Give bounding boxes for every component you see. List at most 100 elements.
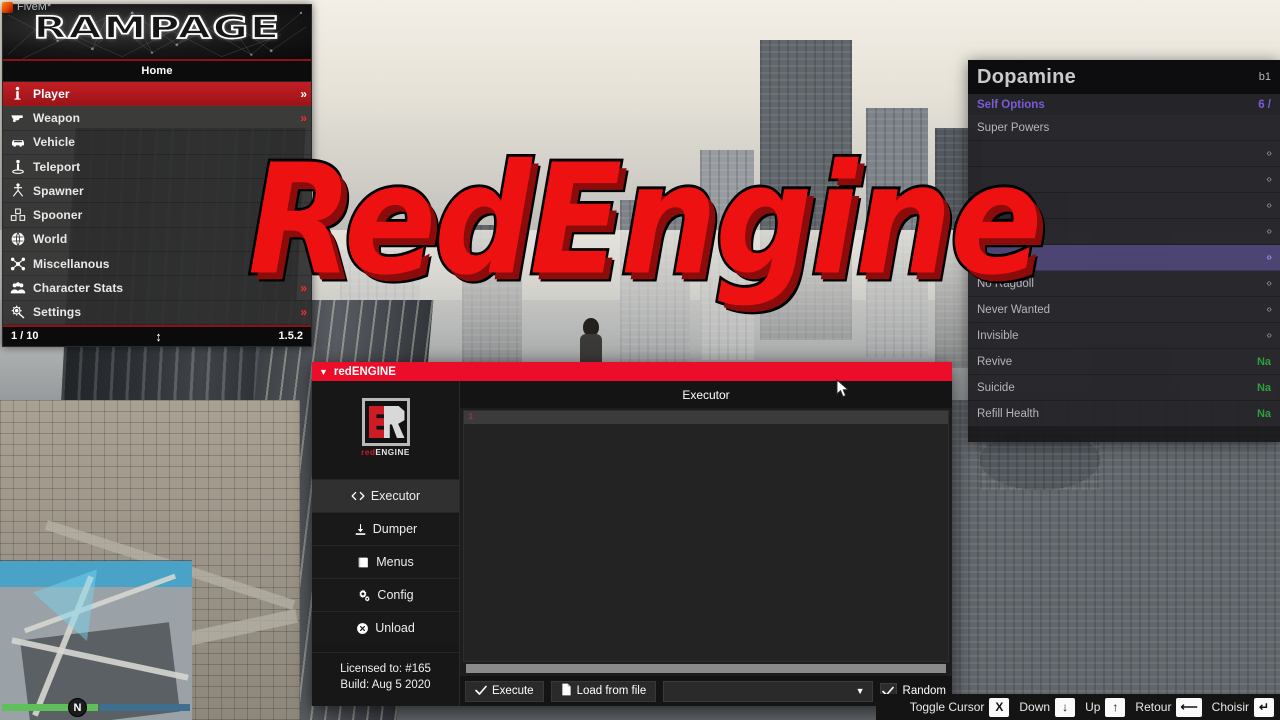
dopamine-item-label: Revive [977,355,1013,368]
script-editor[interactable]: 1 [463,410,949,662]
dopamine-item-invisible[interactable]: Invisible ‹› [968,323,1280,349]
car-icon [9,134,26,151]
dopamine-item-never-wanted[interactable]: Never Wanted ‹› [968,297,1280,323]
dopamine-item-label: Refill Health [977,407,1039,420]
dopamine-item[interactable]: ‹› [968,141,1280,167]
nav-item-menus[interactable]: Menus [312,545,459,578]
control-hint-label: Up [1085,700,1101,714]
nav-item-label: Menus [376,555,414,569]
rampage-item-label: Spooner [33,208,83,223]
nav-item-config[interactable]: Config [312,578,459,611]
rampage-item-list[interactable]: Player » Weapon » Vehicle Teleport Spawn… [3,82,311,325]
script-select-dropdown[interactable]: ▼ [663,680,873,702]
rampage-item-vehicle[interactable]: Vehicle [3,130,311,155]
control-hint-key: ↓ [1055,697,1076,717]
hud-status-bars [0,704,192,713]
dopamine-subheader-count: 6 / [1258,98,1271,111]
dopamine-header: Dopamine b1 [968,60,1280,94]
molecule-icon [9,255,26,272]
redengine-nav[interactable]: Executor Dumper Menus Config Unload [312,479,459,644]
dopamine-menu[interactable]: Dopamine b1 Self Options 6 / Super Power… [968,60,1280,442]
dopamine-item-value: ‹› [1266,226,1272,237]
control-hint-label: Toggle Cursor [909,700,985,714]
redengine-sidebar[interactable]: redENGINE Executor Dumper Menus Config U… [312,381,460,706]
execute-label: Execute [492,685,534,697]
download-icon [354,523,367,536]
people-icon [9,280,26,297]
collapse-caret-icon[interactable]: ▼ [319,367,328,377]
spawner-icon [9,182,26,199]
fivem-icon [2,1,13,13]
redengine-titlebar[interactable]: ▼ redENGINE [312,362,952,381]
dopamine-item[interactable]: ‹› [968,193,1280,219]
control-hint-up[interactable]: Up ↑ [1085,697,1126,717]
nav-item-label: Unload [375,621,415,635]
control-hint-label: Down [1019,700,1051,714]
redengine-editor-wrap: 1 [460,408,952,676]
dopamine-version: b1 [1258,71,1271,83]
dopamine-item-label: Never Wanted [977,303,1051,316]
nav-item-label: Executor [370,489,421,503]
rampage-item-world[interactable]: World [3,227,311,253]
rampage-footer: 1 / 10 ↕ 1.5.2 [3,324,311,346]
build-label: Build: Aug 5 2020 [340,679,431,692]
control-hint-key: X [989,697,1010,717]
globe-icon [9,231,26,248]
rampage-item-settings[interactable]: Settings » [3,300,311,325]
rampage-item-label: Spawner [33,183,84,198]
file-icon [561,683,572,699]
control-hint-retour[interactable]: Retour ⟵ [1135,697,1202,717]
load-from-file-button[interactable]: Load from file [550,680,657,702]
scroll-updown-icon: ↕ [155,328,162,344]
control-hint-toggle-cursor[interactable]: Toggle Cursor X [909,697,1010,717]
nav-item-unload[interactable]: Unload [312,611,459,644]
rampage-item-spawner[interactable]: Spawner [3,179,311,204]
rampage-item-label: Settings [33,305,82,320]
rampage-header: Home [3,61,311,82]
dopamine-item-label: Super Powers [977,121,1050,134]
chevron-right-icon: » [300,281,306,296]
chevron-right-icon: » [300,305,306,320]
rampage-item-label: Weapon [33,110,81,125]
nav-item-dumper[interactable]: Dumper [312,512,459,545]
control-hints-bar: Toggle Cursor X Down ↓ Up ↑ Retour ⟵ Cho… [876,694,1280,720]
control-hint-down[interactable]: Down ↓ [1019,697,1076,717]
dopamine-item-suicide[interactable]: Suicide Na [968,375,1280,401]
editor-active-line [464,411,948,424]
rampage-item-weapon[interactable]: Weapon » [3,106,311,131]
nav-item-executor[interactable]: Executor [312,479,459,512]
dopamine-item[interactable]: ‹› [968,167,1280,193]
control-hint-choisir[interactable]: Choisir ↵ [1211,697,1274,717]
rampage-item-character-stats[interactable]: Character Stats » [3,276,311,301]
control-hint-label: Choisir [1211,700,1249,714]
dopamine-item-no-ragdoll[interactable]: No Ragdoll ‹› [968,271,1280,297]
redengine-window[interactable]: ▼ redENGINE redENGINE Executor Dumper Me… [312,362,952,706]
dopamine-item-refill-health[interactable]: Refill Health Na [968,401,1280,427]
dopamine-item[interactable]: na ‹› [968,219,1280,245]
dopamine-item-revive[interactable]: Revive Na [968,349,1280,375]
redengine-main-panel: Executor 1 Execute Load from file ▼ Rand… [460,381,952,706]
pistol-icon [9,109,26,126]
load-from-file-label: Load from file [576,685,647,697]
rampage-item-label: Vehicle [33,135,76,150]
rampage-item-spooner[interactable]: Spooner [3,203,311,228]
rampage-menu[interactable]: RAMPAGE Home Player » Weapon » Vehicle T… [2,4,312,347]
editor-content[interactable] [464,424,948,661]
dopamine-item-label: Suicide [977,381,1015,394]
fivem-window-title: FiveM* [0,0,51,14]
dopamine-item-selected[interactable]: ‹› [968,245,1280,271]
fivem-title-label: FiveM* [17,1,52,13]
execute-button[interactable]: Execute [465,680,544,702]
book-icon [357,556,370,569]
dopamine-item[interactable]: Super Powers [968,115,1280,141]
editor-horizontal-scrollbar[interactable] [466,664,946,673]
dopamine-subheader-label: Self Options [977,98,1045,111]
dopamine-item-value: ‹› [1266,304,1272,315]
rampage-item-miscellanous[interactable]: Miscellanous [3,252,311,277]
rampage-item-teleport[interactable]: Teleport [3,154,311,180]
nav-item-label: Config [377,588,414,602]
editor-line-number: 1 [468,412,474,422]
logo-caption-rest: ENGINE [375,448,410,457]
rampage-item-player[interactable]: Player » [3,82,311,107]
chevron-down-icon[interactable]: ▼ [856,686,865,696]
